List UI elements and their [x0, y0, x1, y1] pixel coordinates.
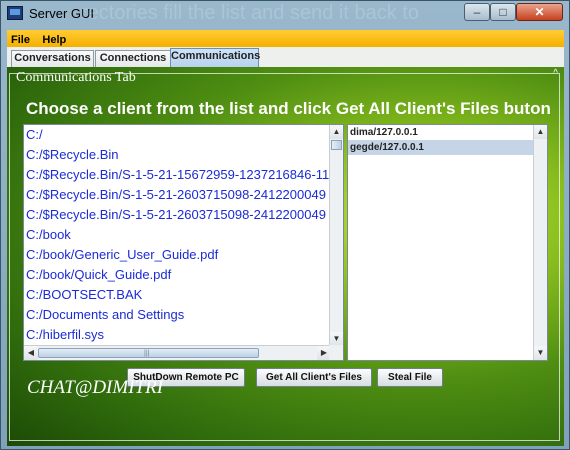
vertical-scroll-thumb[interactable] [331, 140, 342, 150]
communications-panel: Communications Tab ^ Choose a client fro… [7, 67, 564, 446]
scroll-left-arrow-icon[interactable]: ◀ [24, 346, 38, 360]
tab-conversations[interactable]: Conversations [11, 50, 94, 67]
file-list-item[interactable]: C:/book/Quick_Guide.pdf [25, 265, 331, 285]
client-list[interactable]: dima/127.0.0.1 gegde/127.0.0.1 ▲ ▼ [347, 124, 548, 361]
file-list-item[interactable]: C:/$Recycle.Bin/S-1-5-21-15672959-123721… [25, 165, 331, 185]
scroll-up-arrow-icon[interactable]: ▲ [330, 125, 343, 139]
close-button[interactable]: ✕ [516, 3, 563, 21]
tab-strip: Conversations Connections Communications [7, 47, 564, 67]
file-list-item[interactable]: C:/book/Generic_User_Guide.pdf [25, 245, 331, 265]
file-list-horizontal-scrollbar[interactable]: ◀ ||| ▶ [24, 345, 331, 360]
file-list-item[interactable]: C:/$Recycle.Bin/S-1-5-21-2603715098-2412… [25, 185, 331, 205]
file-list-item[interactable]: C:/book [25, 225, 331, 245]
chat-label: CHAT@DIMITRI [27, 377, 164, 398]
instructions-heading: Choose a client from the list and click … [26, 99, 551, 118]
scroll-up-arrow-icon[interactable]: ▲ [534, 125, 547, 139]
file-list-item[interactable]: C:/BOOTSECT.BAK [25, 285, 331, 305]
steal-file-button[interactable]: Steal File [377, 368, 443, 387]
file-list-item[interactable]: C:/$Recycle.Bin [25, 145, 331, 165]
file-list-items: C:/C:/$Recycle.Bin C:/$Recycle.Bin/S-1-5-… [25, 125, 331, 345]
get-all-clients-files-button[interactable]: Get All Client's Files [256, 368, 372, 387]
horizontal-scroll-thumb[interactable]: ||| [38, 348, 259, 358]
scroll-down-arrow-icon[interactable]: ▼ [534, 346, 547, 360]
client-list-items: dima/127.0.0.1 gegde/127.0.0.1 [348, 125, 534, 155]
minimize-button[interactable]: – [464, 3, 490, 21]
tab-connections[interactable]: Connections [95, 50, 171, 67]
file-list[interactable]: C:/C:/$Recycle.Bin C:/$Recycle.Bin/S-1-5-… [23, 124, 344, 361]
maximize-button[interactable]: □ [490, 3, 516, 21]
file-list-item[interactable]: C:/Documents and Settings [25, 305, 331, 325]
scroll-corner [329, 345, 343, 360]
app-monitor-icon [7, 6, 23, 20]
file-list-item[interactable]: C:/$Recycle.Bin/S-1-5-21-2603715098-2412… [25, 205, 331, 225]
client-list-item[interactable]: dima/127.0.0.1 [348, 125, 534, 140]
title-bar[interactable]: Server GUI rectories fill the list and s… [1, 1, 569, 27]
server-gui-window: Server GUI rectories fill the list and s… [0, 0, 570, 450]
file-list-item[interactable]: C:/hiberfil.sys [25, 325, 331, 345]
background-window-text: rectories fill the list and send it back… [81, 2, 419, 24]
menu-bar: File Help [7, 30, 564, 47]
tab-communications[interactable]: Communications [170, 48, 260, 67]
file-list-item[interactable]: C:/ [25, 125, 331, 145]
panel-corner-mark: ^ [553, 68, 558, 79]
client-list-vertical-scrollbar[interactable]: ▲ ▼ [533, 125, 547, 360]
panel-title: Communications Tab [16, 70, 136, 85]
menu-file[interactable]: File [7, 32, 34, 46]
scroll-down-arrow-icon[interactable]: ▼ [330, 332, 343, 346]
menu-help[interactable]: Help [38, 32, 70, 46]
file-list-vertical-scrollbar[interactable]: ▲ ▼ [329, 125, 343, 346]
grip-icon: ||| [144, 350, 150, 357]
client-list-item[interactable]: gegde/127.0.0.1 [348, 140, 534, 155]
